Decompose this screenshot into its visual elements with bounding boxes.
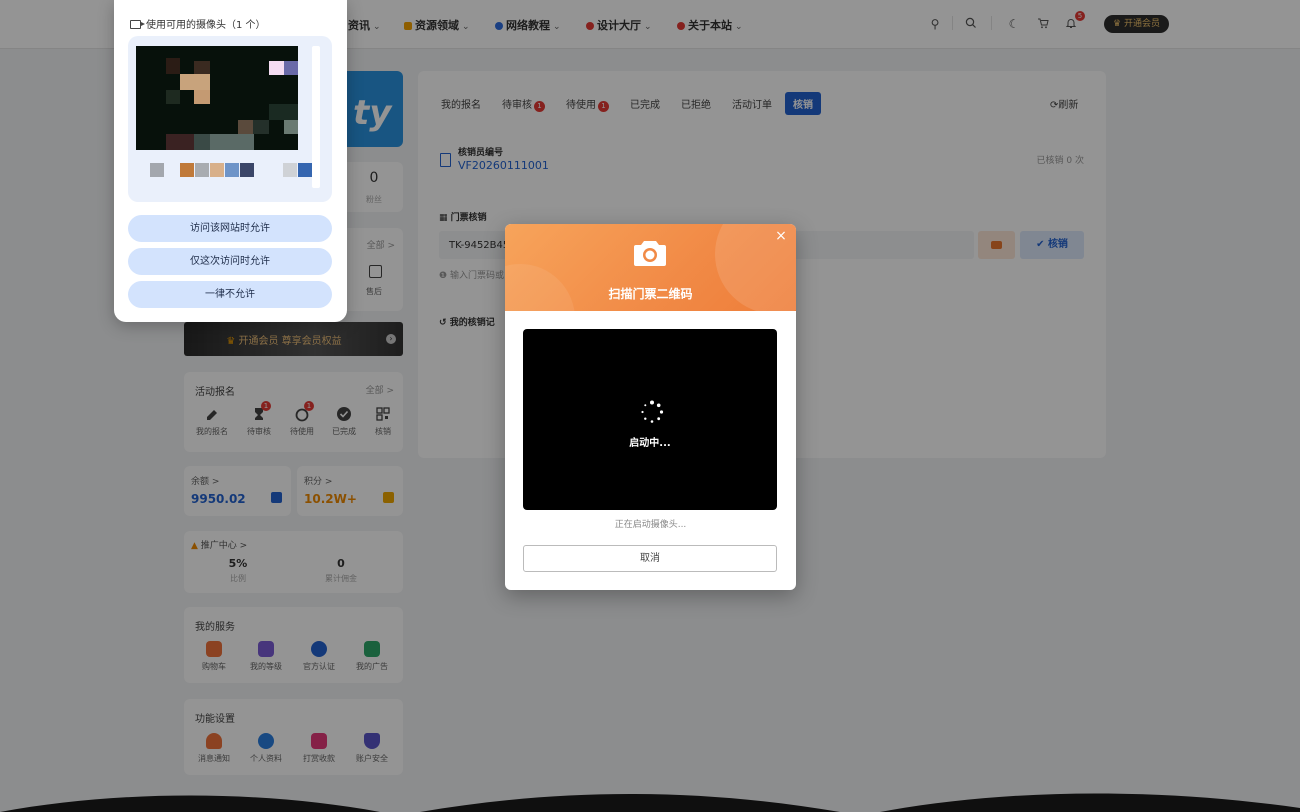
permission-header: 使用可用的摄像头（1 个） xyxy=(130,16,266,31)
video-camera-icon xyxy=(130,20,145,29)
camera-status-text: 正在启动摄像头... xyxy=(614,520,687,530)
scan-ticket-modal: 扫描门票二维码 × 启动中... 正在启动摄像头... 取消 xyxy=(505,224,796,590)
close-icon[interactable]: × xyxy=(774,229,788,243)
allow-this-time-button[interactable]: 仅这次访问时允许 xyxy=(128,248,332,275)
camera-icon xyxy=(634,241,666,266)
modal-title: 扫描门票二维码 xyxy=(608,287,693,301)
preview-scrollbar[interactable] xyxy=(312,46,320,188)
camera-permission-popup: 使用可用的摄像头（1 个） 访问该网站时允许 仅这次访问时允许 一律不允许 xyxy=(114,0,347,322)
cancel-button[interactable]: 取消 xyxy=(523,545,777,572)
preview-color-row xyxy=(140,163,312,177)
never-allow-button[interactable]: 一律不允许 xyxy=(128,281,332,308)
camera-video-area: 启动中... xyxy=(523,329,777,510)
modal-header: 扫描门票二维码 × xyxy=(505,224,796,311)
video-loading-label: 启动中... xyxy=(629,438,671,449)
camera-preview-frame xyxy=(128,36,332,202)
camera-preview xyxy=(136,46,298,150)
loading-spinner-icon xyxy=(641,400,664,423)
allow-while-visiting-button[interactable]: 访问该网站时允许 xyxy=(128,215,332,242)
